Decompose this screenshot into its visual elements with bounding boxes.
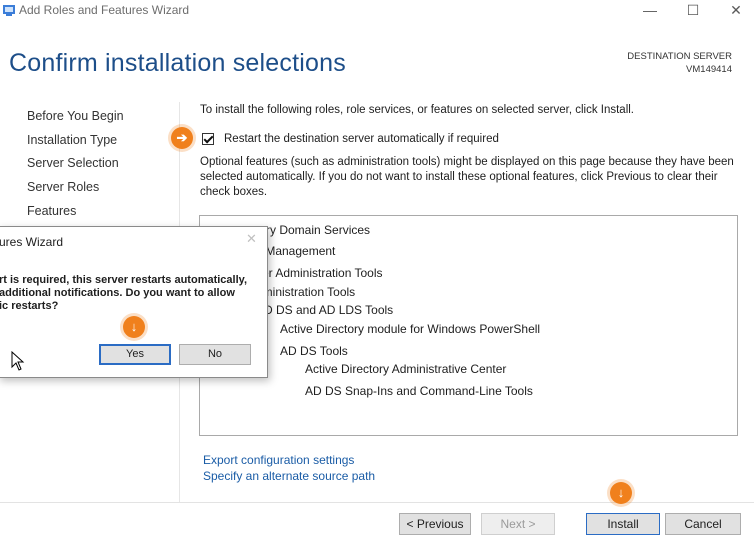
- arrow-right-badge-icon: ➔: [171, 127, 193, 149]
- nav-item-features[interactable]: Features: [27, 204, 76, 218]
- list-item: tory Domain Services: [256, 223, 371, 237]
- mouse-cursor-icon: [11, 351, 25, 371]
- dialog-close-icon[interactable]: ✕: [246, 231, 257, 247]
- dialog-title: ures Wizard: [0, 235, 64, 249]
- previous-button[interactable]: < Previous: [399, 513, 471, 535]
- list-item: ver Administration Tools: [256, 266, 383, 280]
- arrow-down-badge-icon: ↓: [610, 482, 632, 504]
- window-title: Add Roles and Features Wizard: [19, 3, 190, 17]
- nav-item-before-you-begin[interactable]: Before You Begin: [27, 109, 124, 123]
- server-manager-icon: [3, 5, 15, 16]
- dialog-no-button[interactable]: No: [179, 344, 251, 365]
- window-titlebar: Add Roles and Features Wizard — ☐ ✕: [0, 0, 754, 22]
- destination-server-label: DESTINATION SERVER: [627, 51, 732, 62]
- minimize-button[interactable]: —: [630, 0, 670, 22]
- optional-features-note: Optional features (such as administratio…: [200, 156, 734, 198]
- dialog-yes-button[interactable]: Yes: [99, 344, 171, 365]
- restart-confirmation-dialog: ures Wizard ✕ rt is required, this serve…: [0, 226, 268, 378]
- intro-text: To install the following roles, role ser…: [200, 104, 634, 116]
- list-item: AD DS Tools: [280, 344, 348, 358]
- list-item: D DS and AD LDS Tools: [264, 303, 394, 317]
- install-button[interactable]: Install: [586, 513, 660, 535]
- cancel-button[interactable]: Cancel: [665, 513, 741, 535]
- close-button[interactable]: ✕: [716, 0, 754, 22]
- maximize-button[interactable]: ☐: [673, 0, 713, 22]
- features-listbox[interactable]: tory Domain Services y Management ver Ad…: [199, 215, 738, 436]
- restart-checkbox[interactable]: [202, 133, 214, 145]
- dialog-message: rt is required, this server restarts aut…: [0, 274, 248, 312]
- export-configuration-link[interactable]: Export configuration settings: [203, 453, 354, 467]
- footer-divider: [0, 502, 754, 503]
- alternate-source-link[interactable]: Specify an alternate source path: [203, 469, 375, 483]
- nav-item-server-selection[interactable]: Server Selection: [27, 156, 119, 170]
- nav-item-installation-type[interactable]: Installation Type: [27, 133, 117, 147]
- page-title: Confirm installation selections: [9, 49, 346, 77]
- list-item: Active Directory Administrative Center: [305, 362, 507, 376]
- next-button[interactable]: Next >: [481, 513, 555, 535]
- arrow-down-badge-icon: ↓: [123, 316, 145, 338]
- restart-checkbox-label[interactable]: Restart the destination server automatic…: [224, 133, 499, 145]
- list-item: Active Directory module for Windows Powe…: [280, 322, 541, 336]
- list-item: dministration Tools: [256, 285, 356, 299]
- list-item: AD DS Snap-Ins and Command-Line Tools: [305, 384, 533, 398]
- destination-server-value: VM149414: [686, 64, 732, 75]
- nav-item-server-roles[interactable]: Server Roles: [27, 180, 99, 194]
